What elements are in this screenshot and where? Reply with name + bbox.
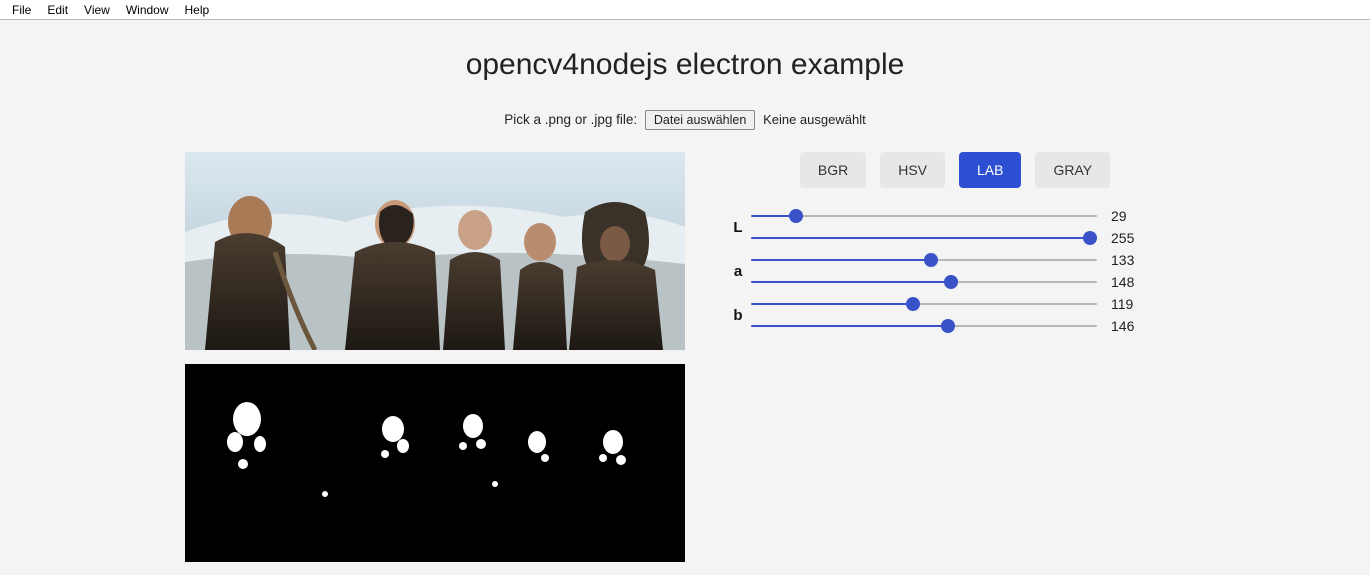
slider-a-hi[interactable] [751, 281, 1097, 283]
slider-b-lo[interactable] [751, 303, 1097, 305]
menu-view[interactable]: View [76, 1, 118, 19]
menu-file[interactable]: File [4, 1, 39, 19]
menu-window[interactable]: Window [118, 1, 177, 19]
slider-b-lo-value: 119 [1111, 296, 1147, 312]
colorspace-buttons: BGR HSV LAB GRAY [725, 152, 1185, 188]
slider-b-hi[interactable] [751, 325, 1097, 327]
menu-edit[interactable]: Edit [39, 1, 76, 19]
controls-panel: BGR HSV LAB GRAY L 29 255 [725, 152, 1185, 562]
file-picker-row: Pick a .png or .jpg file: Datei auswähle… [0, 110, 1370, 130]
sliders: L 29 255 a 133 [725, 208, 1185, 334]
slider-a-lo-value: 133 [1111, 252, 1147, 268]
slider-a-lo[interactable] [751, 259, 1097, 261]
image-column [185, 152, 685, 562]
channel-l-row: L 29 255 [725, 208, 1185, 246]
slider-b-hi-value: 146 [1111, 318, 1147, 334]
source-image [185, 152, 685, 350]
channel-b-label: b [725, 307, 751, 324]
channel-l-label: L [725, 219, 751, 236]
slider-l-hi-value: 255 [1111, 230, 1147, 246]
channel-a-row: a 133 148 [725, 252, 1185, 290]
file-choose-button[interactable]: Datei auswählen [645, 110, 755, 130]
page-title: opencv4nodejs electron example [0, 48, 1370, 82]
mode-hsv-button[interactable]: HSV [880, 152, 945, 188]
slider-a-hi-value: 148 [1111, 274, 1147, 290]
slider-l-hi[interactable] [751, 237, 1097, 239]
file-picker-status: Keine ausgewählt [763, 112, 866, 127]
menu-help[interactable]: Help [177, 1, 218, 19]
slider-l-lo[interactable] [751, 215, 1097, 217]
menubar: File Edit View Window Help [0, 0, 1370, 20]
mask-image [185, 364, 685, 562]
slider-l-lo-value: 29 [1111, 208, 1147, 224]
mode-bgr-button[interactable]: BGR [800, 152, 866, 188]
file-picker-label: Pick a .png or .jpg file: [504, 112, 637, 127]
channel-b-row: b 119 146 [725, 296, 1185, 334]
channel-a-label: a [725, 263, 751, 280]
mode-gray-button[interactable]: GRAY [1035, 152, 1110, 188]
mode-lab-button[interactable]: LAB [959, 152, 1021, 188]
